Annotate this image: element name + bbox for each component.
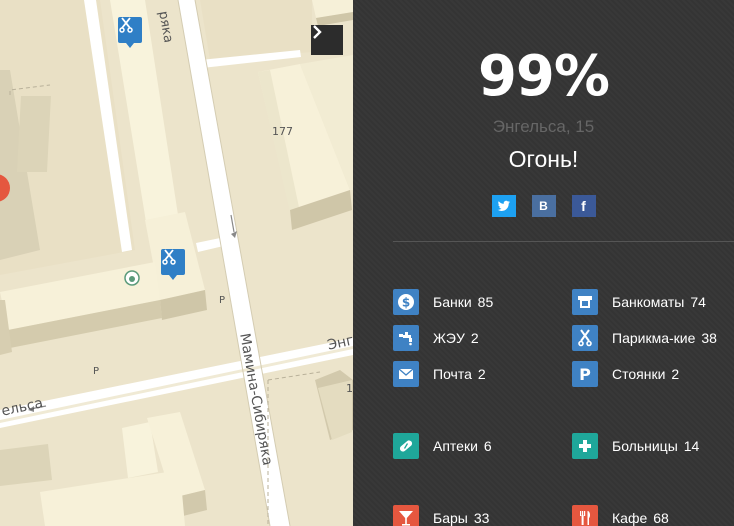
vk-share-button[interactable]: B [531, 195, 556, 217]
poi-count: 38 [701, 330, 717, 346]
house-number-177: 177 [272, 125, 293, 138]
map-next-button[interactable] [311, 25, 343, 55]
poi-icon-box [393, 325, 419, 351]
atm-icon [578, 296, 592, 308]
poi-icon-box [572, 325, 598, 351]
poi-label: Банки [433, 294, 472, 310]
poi-label: Парикма-кие [612, 330, 696, 346]
poi-count: 2 [470, 330, 479, 346]
poi-count: 74 [690, 294, 706, 310]
fork-knife-icon [580, 511, 591, 525]
poi-atms[interactable]: Банкоматы 74 [572, 289, 706, 315]
poi-label: Почта [433, 366, 472, 382]
verdict-label: Огонь! [508, 146, 579, 172]
address-label: Энгельса, 15 [492, 117, 595, 136]
poi-icon-box [393, 361, 419, 387]
poi-count: 14 [683, 438, 700, 454]
poi-count: 68 [653, 510, 669, 526]
poi-parking[interactable]: P Стоянки 2 [572, 361, 679, 387]
svg-text:P: P [579, 365, 591, 383]
scissors-icon [119, 17, 133, 33]
poi-pharmacies[interactable]: Аптеки 6 [393, 433, 492, 459]
poi-label: Банкоматы [612, 294, 685, 310]
poi-housing-office[interactable]: ЖЭУ 2 [393, 325, 479, 351]
poi-label: Бары [433, 510, 468, 526]
poi-icon-box: P [572, 361, 598, 387]
cocktail-icon [399, 511, 413, 526]
poi-post-office[interactable]: Почта 2 [393, 361, 486, 387]
poi-barbershops[interactable]: Парикма-кие 38 [572, 325, 717, 351]
barbershop-marker[interactable] [161, 249, 185, 280]
cross-icon [579, 440, 591, 452]
chevron-right-icon [313, 25, 322, 39]
poi-hospitals[interactable]: Больницы 14 [572, 433, 699, 459]
score-panel: 99% Энгельса, 15 Огонь! B f $ Банки 85 Б… [353, 0, 734, 526]
poi-banks[interactable]: $ Банки 85 [393, 289, 493, 315]
parking-icon: P [579, 365, 591, 383]
poi-label: Стоянки [612, 366, 666, 382]
poi-icon-box [572, 433, 598, 459]
poi-label: ЖЭУ [433, 330, 465, 346]
poi-label: Кафе [612, 510, 648, 526]
envelope-icon [398, 368, 414, 379]
poi-count: 85 [477, 294, 494, 310]
social-share-bar: B f [353, 195, 734, 217]
poi-label: Аптеки [433, 438, 478, 454]
poi-icon-box [572, 505, 598, 526]
edge-digit-label: 1 [346, 382, 353, 395]
poi-count: 2 [671, 366, 680, 382]
walk-score-value: 99% [477, 44, 610, 109]
poi-icon-box [572, 289, 598, 315]
scissors-icon [578, 329, 592, 347]
map[interactable]: ряка Мамина-Сибиряка ельса Энгел 177 P P… [0, 0, 353, 526]
poi-icon-box [393, 433, 419, 459]
poi-icon-box: $ [393, 289, 419, 315]
twitter-icon [497, 200, 510, 211]
facebook-share-button[interactable]: f [571, 195, 596, 217]
poi-count: 6 [483, 438, 492, 454]
dollar-icon: $ [398, 294, 414, 310]
poi-count: 33 [473, 510, 490, 526]
poi-bars[interactable]: Бары 33 [393, 505, 489, 526]
divider [393, 241, 734, 242]
pill-icon [399, 440, 413, 452]
poi-label: Больницы [612, 438, 678, 454]
scissors-icon [162, 249, 176, 265]
faucet-icon [399, 332, 412, 346]
poi-cafes[interactable]: Кафе 68 [572, 505, 669, 526]
poi-icon-box [393, 505, 419, 526]
barbershop-marker[interactable] [118, 17, 142, 48]
poi-count: 2 [477, 366, 486, 382]
twitter-share-button[interactable] [491, 195, 516, 217]
parking-label: P [219, 295, 226, 306]
parking-label: P [93, 366, 100, 377]
svg-text:$: $ [402, 296, 410, 310]
